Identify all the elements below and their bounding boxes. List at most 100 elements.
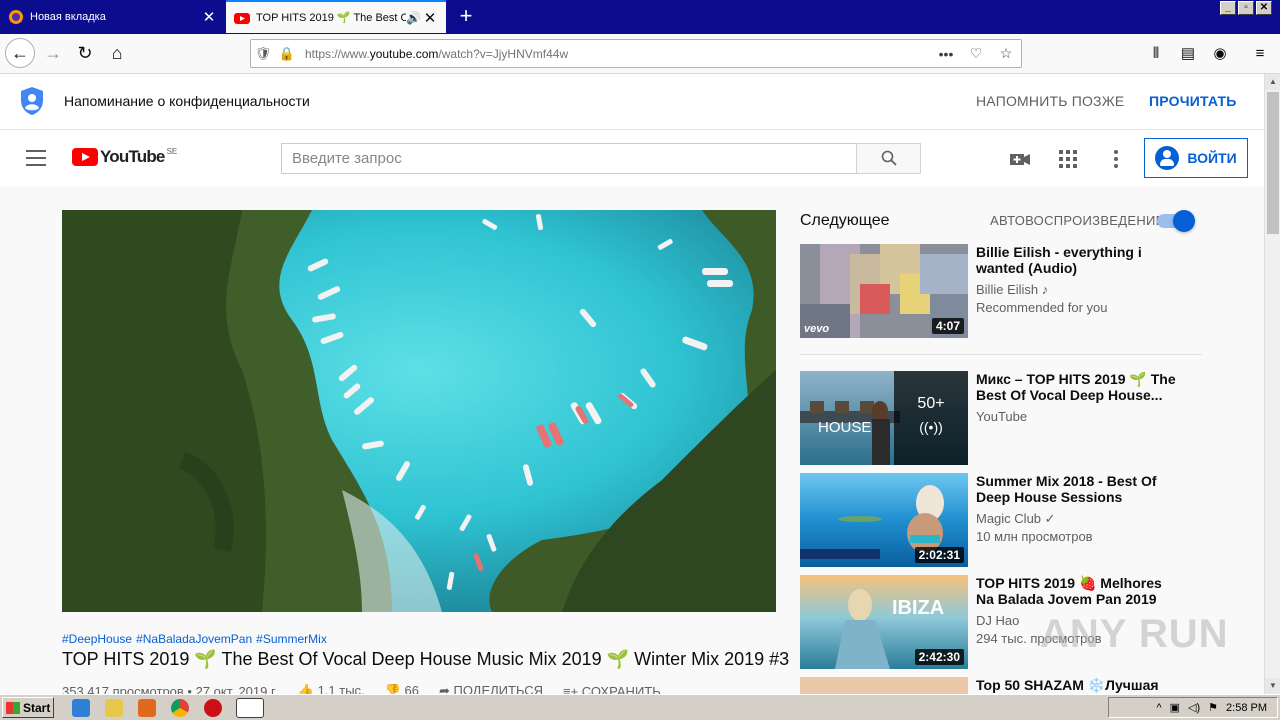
- privacy-text: Напоминание о конфиденциальности: [64, 93, 310, 109]
- folder-icon[interactable]: [105, 699, 123, 717]
- speaker-icon[interactable]: 🔊: [406, 11, 422, 25]
- back-button[interactable]: ←: [5, 38, 35, 68]
- read-button[interactable]: ПРОЧИТАТЬ: [1149, 93, 1237, 109]
- video-thumbnail[interactable]: [800, 677, 968, 694]
- video-title: TOP HITS 2019 🌱 The Best Of Vocal Deep H…: [62, 649, 790, 669]
- tracking-shield-icon[interactable]: 🛡: [251, 46, 275, 62]
- lock-icon[interactable]: 🔒: [275, 46, 299, 62]
- watermark: ANY RUN: [1040, 612, 1229, 656]
- new-tab-button[interactable]: +: [452, 2, 480, 30]
- video-duration: 2:02:31: [914, 547, 964, 563]
- search-input[interactable]: Введите запрос: [281, 143, 857, 174]
- hashtag-link[interactable]: #NaBaladaJovemPan: [136, 632, 252, 646]
- account-icon[interactable]: ◉: [1208, 42, 1232, 66]
- ie-icon[interactable]: [72, 699, 90, 717]
- tab-strip: Новая вкладка ✕ TOP HITS 2019 🌱 The Best…: [0, 0, 1280, 34]
- mix-count: 50+: [917, 395, 945, 412]
- page-scrollbar[interactable]: ▲ ▼: [1264, 74, 1280, 694]
- recommended-video[interactable]: 2:02:31 Summer Mix 2018 - Best Of Deep H…: [800, 473, 1210, 567]
- start-button[interactable]: Start: [2, 697, 54, 718]
- mix-overlay: 50+ ((•)): [894, 371, 968, 465]
- remind-later-button[interactable]: НАПОМНИТЬ ПОЗЖЕ: [976, 93, 1124, 109]
- shield-icon: [21, 87, 43, 115]
- tab-title: TOP HITS 2019 🌱 The Best Of: [256, 12, 406, 24]
- home-button[interactable]: ⌂: [102, 38, 132, 68]
- youtube-logo[interactable]: YouTube SE: [72, 147, 177, 167]
- close-icon[interactable]: ✕: [422, 9, 438, 27]
- media-player-icon[interactable]: [138, 699, 156, 717]
- flag-icon[interactable]: ⚑: [1208, 701, 1218, 714]
- nav-bar: ← → ↻ ⌂ 🛡 🔒 https://www.youtube.com/watc…: [0, 34, 1280, 74]
- channel-name[interactable]: YouTube: [976, 409, 1027, 424]
- video-title[interactable]: TOP HITS 2019 🍓 Melhores Na Balada Jovem…: [976, 575, 1176, 607]
- up-next-heading: Следующее: [800, 212, 890, 229]
- apps-grid-icon[interactable]: [1057, 148, 1079, 170]
- video-player[interactable]: [62, 210, 776, 612]
- search-button[interactable]: [856, 143, 921, 174]
- signin-button[interactable]: ВОЙТИ: [1144, 138, 1248, 178]
- url-text[interactable]: https://www.youtube.com/watch?v=JjyHNVmf…: [299, 47, 931, 61]
- video-title[interactable]: Billie Eilish - everything i wanted (Aud…: [976, 244, 1176, 276]
- avatar-icon: [1155, 146, 1180, 170]
- video-thumbnail[interactable]: HOUSE 50+ ((•)): [800, 371, 968, 465]
- video-camera-icon[interactable]: [1009, 148, 1031, 170]
- divider: [800, 354, 1202, 355]
- chrome-icon[interactable]: [171, 699, 189, 717]
- windows-logo-icon: [6, 701, 20, 714]
- video-title[interactable]: Микс – TOP HITS 2019 🌱 The Best Of Vocal…: [976, 371, 1176, 403]
- thumbnail-text: IBIZA: [892, 597, 945, 619]
- reload-button[interactable]: ↻: [70, 38, 100, 68]
- url-bar[interactable]: 🛡 🔒 https://www.youtube.com/watch?v=JjyH…: [250, 39, 1022, 68]
- recommended-mix[interactable]: HOUSE 50+ ((•)) Микс – TOP HITS 2019 🌱 T…: [800, 371, 1210, 465]
- video-title[interactable]: Top 50 SHAZAM ❄️Лучшая: [976, 677, 1176, 693]
- more-vert-icon[interactable]: [1105, 148, 1127, 170]
- tray-arrow-icon[interactable]: ^: [1156, 702, 1161, 714]
- restore-icon[interactable]: ▫: [1238, 1, 1254, 15]
- recommended-video[interactable]: vevo 4:07 Billie Eilish - everything i w…: [800, 244, 1210, 338]
- bookmark-star-icon[interactable]: ☆: [991, 45, 1021, 62]
- hashtag-link[interactable]: #DeepHouse: [62, 632, 132, 646]
- library-icon[interactable]: ⫴: [1144, 42, 1168, 66]
- video-title[interactable]: Summer Mix 2018 - Best Of Deep House Ses…: [976, 473, 1176, 505]
- menu-icon[interactable]: ≡: [1248, 42, 1272, 66]
- youtube-icon: [234, 12, 250, 24]
- network-icon[interactable]: ▣: [1170, 701, 1180, 714]
- pocket-icon[interactable]: ♡: [961, 45, 991, 62]
- opera-icon[interactable]: [204, 699, 222, 717]
- taskbar: Start ^ ▣ ◁) ⚑ 2:58 PM: [0, 694, 1280, 720]
- close-icon[interactable]: ✕: [201, 8, 217, 26]
- volume-icon[interactable]: ◁): [1188, 701, 1200, 714]
- video-hashtags: #DeepHouse #NaBaladaJovemPan #SummerMix: [62, 632, 331, 646]
- hamburger-menu-icon[interactable]: [26, 150, 46, 171]
- video-frame: [62, 210, 776, 612]
- search-icon: [881, 150, 897, 166]
- video-duration: 4:07: [931, 318, 964, 334]
- channel-name[interactable]: DJ Hao: [976, 613, 1019, 628]
- channel-name[interactable]: Magic Club ✓: [976, 511, 1056, 527]
- autoplay-toggle[interactable]: [1157, 210, 1195, 232]
- tab-new-tab[interactable]: Новая вкладка ✕: [0, 0, 225, 33]
- forward-button[interactable]: →: [38, 38, 68, 68]
- firefox-icon: [9, 9, 23, 24]
- channel-name[interactable]: Billie Eilish ♪: [976, 282, 1048, 297]
- sidebar-icon[interactable]: ▤: [1176, 42, 1200, 66]
- recommended-video[interactable]: Top 50 SHAZAM ❄️Лучшая: [800, 677, 1210, 694]
- video-meta: Recommended for you: [976, 300, 1108, 315]
- minimize-icon[interactable]: _: [1220, 1, 1236, 15]
- thumbnail-text: HOUSE: [818, 419, 872, 436]
- radio-icon: ((•)): [919, 419, 943, 435]
- scrollbar-thumb[interactable]: [1267, 92, 1279, 234]
- firefox-taskbar-button[interactable]: [236, 698, 264, 718]
- close-window-icon[interactable]: ✕: [1256, 1, 1272, 15]
- privacy-banner: Напоминание о конфиденциальности НАПОМНИ…: [0, 74, 1264, 130]
- scroll-down-icon[interactable]: ▼: [1265, 678, 1280, 694]
- video-thumbnail[interactable]: vevo 4:07: [800, 244, 968, 338]
- video-thumbnail[interactable]: IBIZA 2:42:30: [800, 575, 968, 669]
- page-actions-icon[interactable]: •••: [931, 46, 961, 62]
- hashtag-link[interactable]: #SummerMix: [256, 632, 327, 646]
- system-tray: ^ ▣ ◁) ⚑ 2:58 PM: [1108, 697, 1278, 718]
- video-thumbnail[interactable]: 2:02:31: [800, 473, 968, 567]
- tab-youtube[interactable]: TOP HITS 2019 🌱 The Best Of 🔊 ✕: [226, 0, 446, 33]
- masthead: YouTube SE Введите запрос ВОЙТИ: [0, 130, 1264, 186]
- scroll-up-icon[interactable]: ▲: [1265, 74, 1280, 90]
